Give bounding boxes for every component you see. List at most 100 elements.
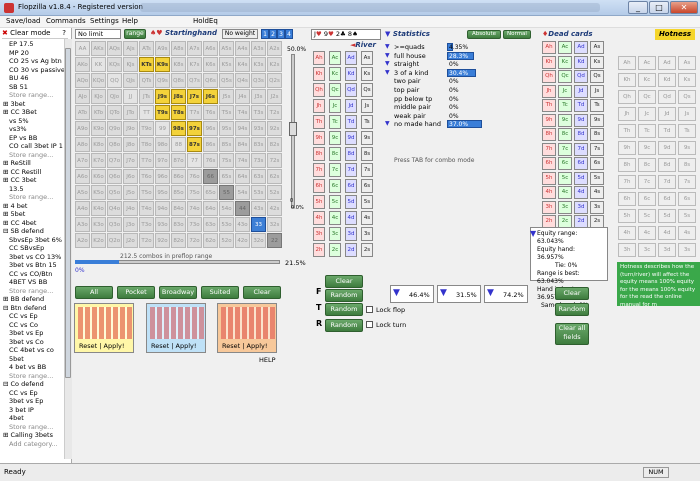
dead-card-Ac[interactable]: Ac	[558, 41, 572, 54]
hand-cell-75s[interactable]: 75s	[219, 153, 234, 168]
board-random-button[interactable]: Random	[325, 289, 363, 302]
hand-cell-TT[interactable]: TT	[139, 105, 154, 120]
dead-card-Ks[interactable]: Ks	[590, 55, 604, 69]
preset-3-reset[interactable]: Reset	[222, 342, 240, 350]
dead-card-Jh[interactable]: Jh	[542, 84, 556, 98]
hand-cell-87s[interactable]: 87s	[187, 137, 202, 152]
board-card-5d[interactable]: 5d	[345, 195, 357, 209]
board-card-Qd[interactable]: Qd	[345, 83, 357, 97]
range-button[interactable]: range	[124, 29, 146, 39]
board-card-3c[interactable]: 3c	[329, 227, 341, 241]
hand-cell-ATo[interactable]: ATo	[75, 105, 90, 120]
board-card-Kc[interactable]: Kc	[329, 67, 341, 81]
hand-cell-AJs[interactable]: AJs	[123, 41, 138, 56]
hand-cell-Q7o[interactable]: Q7o	[107, 153, 122, 168]
limit-select[interactable]: No limit	[75, 29, 121, 39]
hand-cell-Q3s[interactable]: Q3s	[251, 73, 266, 88]
hand-cell-73o[interactable]: 73o	[187, 217, 202, 232]
hand-cell-K6s[interactable]: K6s	[203, 57, 218, 72]
hand-cell-A6s[interactable]: A6s	[203, 41, 218, 56]
dead-card-Th[interactable]: Th	[542, 99, 556, 112]
hand-cell-AQo[interactable]: AQo	[75, 73, 90, 88]
board-card-Qh[interactable]: Qh	[313, 83, 325, 97]
hand-cell-A5s[interactable]: A5s	[219, 41, 234, 56]
hand-cell-J5o[interactable]: J5o	[123, 185, 138, 200]
board-card-8s[interactable]: 8s	[361, 147, 373, 161]
board-card-Qc[interactable]: Qc	[329, 83, 341, 97]
preset-range-2[interactable]: Reset | Apply!	[146, 303, 206, 353]
filter-box-2[interactable]: ▼ 31.5%	[437, 285, 481, 303]
board-card-2h[interactable]: 2h	[313, 243, 325, 257]
hand-cell-Q9s[interactable]: Q9s	[155, 73, 170, 88]
hand-cell-82s[interactable]: 82s	[267, 137, 282, 152]
menu-settings[interactable]: Settings	[90, 17, 119, 25]
board-card-4s[interactable]: 4s	[361, 211, 373, 225]
hand-cell-73s[interactable]: 73s	[251, 153, 266, 168]
hand-cell-A2s[interactable]: A2s	[267, 41, 282, 56]
hand-cell-K7o[interactable]: K7o	[91, 153, 106, 168]
board-card-Tc[interactable]: Tc	[329, 115, 341, 129]
hand-cell-T2s[interactable]: T2s	[267, 105, 282, 120]
dead-card-6h[interactable]: 6h	[542, 157, 556, 170]
dead-card-Qd[interactable]: Qd	[574, 70, 588, 83]
dead-card-8d[interactable]: 8d	[574, 128, 588, 141]
board-card-5c[interactable]: 5c	[329, 195, 341, 209]
hand-cell-76o[interactable]: 76o	[187, 169, 202, 184]
hand-cell-83o[interactable]: 83o	[171, 217, 186, 232]
hand-cell-JTo[interactable]: JTo	[123, 105, 138, 120]
board-card-8d[interactable]: 8d	[345, 147, 357, 161]
board-card-Qs[interactable]: Qs	[361, 83, 373, 97]
hand-cell-72s[interactable]: 72s	[267, 153, 282, 168]
hand-cell-T9s[interactable]: T9s	[155, 105, 170, 120]
hand-cell-64o[interactable]: 64o	[203, 201, 218, 216]
hand-cell-J4o[interactable]: J4o	[123, 201, 138, 216]
absolute-button[interactable]: Absolute	[467, 30, 501, 39]
hand-cell-QTs[interactable]: QTs	[139, 73, 154, 88]
hand-cell-83s[interactable]: 83s	[251, 137, 266, 152]
hand-cell-92s[interactable]: 92s	[267, 121, 282, 136]
board-card-Td[interactable]: Td	[345, 115, 357, 129]
dead-card-4s[interactable]: 4s	[590, 186, 604, 199]
hand-cell-Q3o[interactable]: Q3o	[107, 217, 122, 232]
hand-cell-54o[interactable]: 54o	[219, 201, 234, 216]
hand-cell-KQo[interactable]: KQo	[91, 73, 106, 88]
dead-card-Td[interactable]: Td	[574, 99, 588, 112]
hand-cell-92o[interactable]: 92o	[155, 233, 170, 248]
hand-cell-T7s[interactable]: T7s	[187, 105, 202, 120]
help-icon[interactable]: ?	[62, 29, 66, 37]
dead-card-4d[interactable]: 4d	[574, 186, 588, 199]
dead-card-8s[interactable]: 8s	[590, 128, 604, 141]
board-card-Kd[interactable]: Kd	[345, 67, 357, 81]
board-card-Ts[interactable]: Ts	[361, 115, 373, 129]
hand-cell-66[interactable]: 66	[203, 169, 218, 184]
hand-cell-AA[interactable]: AA	[75, 41, 90, 56]
hand-cell-K5s[interactable]: K5s	[219, 57, 234, 72]
hand-cell-A7s[interactable]: A7s	[187, 41, 202, 56]
hand-cell-KTo[interactable]: KTo	[91, 105, 106, 120]
board-clear-button[interactable]: Clear	[325, 275, 363, 288]
hand-cell-A3o[interactable]: A3o	[75, 217, 90, 232]
hand-cell-T3s[interactable]: T3s	[251, 105, 266, 120]
board-card-4h[interactable]: 4h	[313, 211, 325, 225]
board-card-2d[interactable]: 2d	[345, 243, 357, 257]
hand-cell-T4s[interactable]: T4s	[235, 105, 250, 120]
filter-box-1[interactable]: ▼ 46.4%	[390, 285, 434, 303]
board-card-2c[interactable]: 2c	[329, 243, 341, 257]
hand-cell-65s[interactable]: 65s	[219, 169, 234, 184]
hand-cell-22[interactable]: 22	[267, 233, 282, 248]
hand-cell-Q6s[interactable]: Q6s	[203, 73, 218, 88]
hand-cell-77[interactable]: 77	[187, 153, 202, 168]
board-card-As[interactable]: As	[361, 51, 373, 65]
maximize-button[interactable]: □	[649, 1, 669, 14]
hand-cell-43s[interactable]: 43s	[251, 201, 266, 216]
hand-cell-AKs[interactable]: AKs	[91, 41, 106, 56]
hand-cell-J3o[interactable]: J3o	[123, 217, 138, 232]
dead-card-5d[interactable]: 5d	[574, 171, 588, 185]
hand-cell-J9o[interactable]: J9o	[123, 121, 138, 136]
hand-cell-KQs[interactable]: KQs	[107, 57, 122, 72]
hand-cell-A9o[interactable]: A9o	[75, 121, 90, 136]
hand-cell-T2o[interactable]: T2o	[139, 233, 154, 248]
hand-cell-76s[interactable]: 76s	[203, 153, 218, 168]
hand-cell-96o[interactable]: 96o	[155, 169, 170, 184]
dead-card-Kh[interactable]: Kh	[542, 55, 556, 69]
